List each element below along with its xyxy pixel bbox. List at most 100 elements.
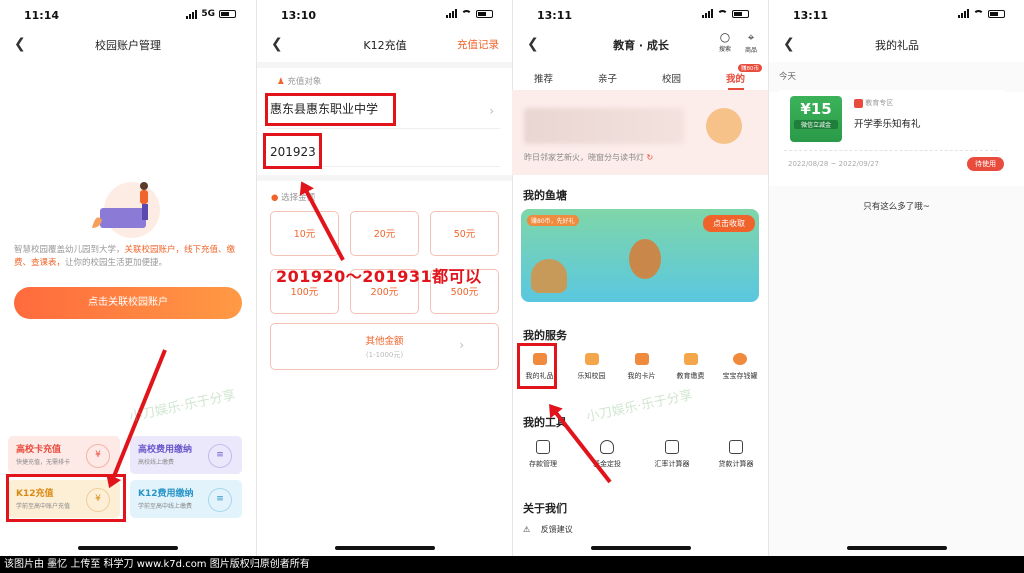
gift-status-button[interactable]: 待使用: [967, 157, 1004, 171]
amount-option[interactable]: 20元: [350, 211, 419, 256]
battery-icon: [732, 9, 749, 18]
network-type: 5G: [201, 9, 215, 19]
tool-deposit[interactable]: 存款管理: [518, 440, 568, 469]
chevron-right-icon: ›: [489, 104, 494, 118]
panel-campus-account: 11:14 5G ❮ 校园账户管理 智慧校园覆盖幼儿园到大学，关联校园账户，线下…: [0, 0, 256, 556]
tab-parenting[interactable]: 亲子: [598, 71, 617, 85]
tool-exchange-rate[interactable]: 汇率计算器: [647, 440, 697, 469]
intro-text: 智慧校园覆盖幼儿园到大学，关联校园账户，线下充值、缴费、查课表，让你的校园生活更…: [14, 244, 242, 270]
blurred-profile: [524, 108, 684, 144]
calculator-icon: [665, 440, 679, 454]
status-bar: 13:11: [513, 0, 768, 30]
payment-icon: [683, 353, 698, 365]
image-credit-footer: 该图片由 墨忆 上传至 科学刀 www.k7d.com 图片版权归原创者所有: [0, 556, 1024, 573]
section-gap: [257, 175, 512, 181]
section-title-about: 关于我们: [523, 502, 567, 515]
signal-icon: [186, 9, 198, 19]
store-button[interactable]: ⌖ 商品: [745, 30, 757, 54]
battery-icon: [988, 9, 1005, 18]
campus-illustration: [92, 182, 160, 238]
feedback-label: 反馈建议: [540, 525, 573, 534]
label-text: 充值对象: [287, 77, 322, 87]
fishpond-banner[interactable]: 赚80币，先好礼 点击收取: [521, 209, 759, 302]
nav-bar: ❮ 校园账户管理: [0, 34, 256, 56]
school-icon: [584, 353, 599, 365]
status-bar: 13:11: [769, 0, 1024, 30]
amount-option[interactable]: 50元: [430, 211, 499, 256]
warning-icon: ⚠: [523, 525, 531, 534]
gift-zone-icon: [854, 98, 863, 108]
link-campus-account-button[interactable]: 点击关联校园账户: [14, 287, 242, 319]
wifi-icon: [973, 9, 984, 18]
gift-coupon-type: 微信立减金: [794, 120, 838, 129]
refresh-icon[interactable]: ↻: [647, 153, 654, 162]
status-icons: 5G: [186, 9, 236, 19]
deposit-icon: [536, 440, 550, 454]
page-title: 校园账户管理: [95, 39, 161, 52]
feedback-item[interactable]: ⚠ 反馈建议: [523, 524, 573, 535]
highlight-box-student-id: [263, 133, 322, 169]
highlight-box-school: [265, 93, 396, 126]
status-time: 13:11: [537, 9, 573, 22]
date-label: 今天: [779, 72, 797, 82]
section-gap: [257, 62, 512, 68]
card-college-fees[interactable]: 高校费用缴纳 高校线上缴费 ≡: [130, 436, 242, 474]
gift-card[interactable]: ¥15 微信立减金 教育专区 开学季乐知有礼 2022/08/28 ~ 2022…: [778, 90, 1004, 178]
hero-poem-text: 昨日邻家艺新火，晓窗分与读书灯: [524, 153, 644, 162]
list-footer-area: 只有这么多了哦~: [769, 186, 1024, 556]
status-time: 13:10: [281, 9, 317, 22]
highlight-box-my-gifts: [517, 343, 557, 389]
signal-icon: [446, 9, 457, 18]
recharge-record-link[interactable]: 充值记录: [457, 37, 499, 52]
wallet-icon: ¥: [86, 444, 110, 468]
piggy-bank-icon: [733, 353, 747, 365]
coin-badge: 赚80币: [738, 64, 762, 72]
service-label: 教育缴费: [676, 372, 705, 380]
hero-poem: 昨日邻家艺新火，晓窗分与读书灯 ↻: [524, 152, 653, 163]
money-bag-icon: [600, 440, 614, 454]
tool-label: 存款管理: [529, 460, 557, 468]
nav-bar: ❮ 我的礼品: [769, 34, 1024, 56]
search-label: 搜索: [718, 46, 731, 53]
home-indicator: [847, 546, 947, 550]
search-icon: ○: [719, 30, 731, 44]
section-title-fishpond: 我的鱼塘: [523, 189, 567, 202]
nav-bar: ❮ 教育 · 成长 ○ 搜索 ⌖ 商品: [513, 30, 768, 56]
end-of-list-text: 只有这么多了哦~: [863, 202, 930, 212]
bill-icon: ≡: [208, 488, 232, 512]
service-my-cards[interactable]: 我的卡片: [619, 353, 664, 381]
service-lezhi-campus[interactable]: 乐知校园: [569, 353, 614, 381]
screenshot-collage: 11:14 5G ❮ 校园账户管理 智慧校园覆盖幼儿园到大学，关联校园账户，线下…: [0, 0, 1024, 573]
annotation-id-range: 201920～201931都可以: [276, 267, 482, 286]
panel-my-gifts: 13:11 ❮ 我的礼品 今天 只有这么多了哦~: [769, 0, 1024, 556]
tool-label: 贷款计算器: [718, 460, 754, 468]
tool-loan[interactable]: 贷款计算器: [711, 440, 761, 469]
gift-name: 开学季乐知有礼: [854, 119, 921, 130]
status-time: 13:11: [793, 9, 829, 22]
home-indicator: [591, 546, 691, 550]
tab-bar: 推荐 亲子 校园 我的 赚80币: [512, 64, 768, 90]
service-label: 我的卡片: [627, 372, 656, 380]
bill-icon: ≡: [208, 444, 232, 468]
other-amount-button[interactable]: 其他金额 (1-1000元) ›: [270, 323, 499, 370]
tab-mine[interactable]: 我的: [726, 71, 745, 85]
gift-validity: 2022/08/28 ~ 2022/09/27: [788, 160, 880, 168]
otter-image: [629, 239, 661, 279]
tab-recommend[interactable]: 推荐: [534, 71, 553, 85]
collect-button[interactable]: 点击收取: [703, 215, 755, 232]
service-label: 乐知校园: [577, 372, 606, 380]
wifi-icon: [461, 9, 472, 18]
service-education-fees[interactable]: 教育缴费: [668, 353, 713, 381]
wifi-icon: [717, 9, 728, 18]
gift-coupon-image: ¥15 微信立减金: [790, 96, 842, 142]
tool-label: 汇率计算器: [654, 460, 690, 468]
status-icons: [958, 9, 1005, 18]
status-icons: [446, 9, 493, 18]
card-college-recharge[interactable]: 高校卡充值 快捷充值，无需排卡 ¥: [8, 436, 120, 474]
intro-text-part: 让你的校园生活更加便捷。: [65, 258, 168, 268]
card-k12-fees[interactable]: K12费用缴纳 学前至高中线上缴费 ≡: [130, 480, 242, 518]
service-piggy-bank[interactable]: 宝宝存钱罐: [715, 353, 765, 381]
search-button[interactable]: ○ 搜索: [719, 30, 731, 53]
tab-campus[interactable]: 校园: [662, 71, 681, 85]
status-icons: [702, 9, 749, 18]
